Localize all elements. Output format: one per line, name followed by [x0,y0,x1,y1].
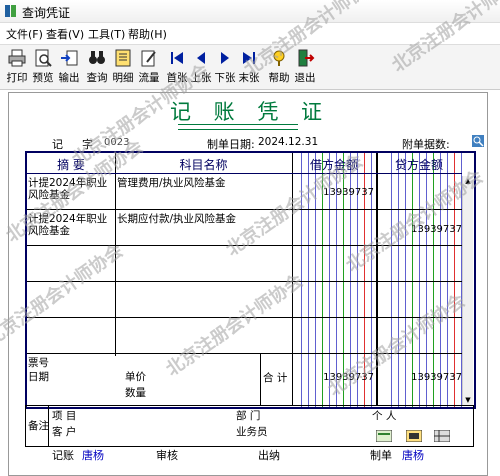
unit-price-label: 单价 [125,371,146,383]
entry-1-debit[interactable]: 13939737 [294,187,374,198]
exit-label: 退出 [294,72,316,84]
maker-label: 制单 [370,449,392,462]
voucher-zi: 字 [82,138,93,151]
flow-icon [141,50,156,67]
credit-ledger-lines [384,153,464,407]
col-divider-3 [376,153,378,405]
voucher-type[interactable]: 记 [52,136,63,152]
ticket-no-label: 票号 [28,357,49,369]
project-label: 项 目 [52,410,77,422]
voucher-title-underline [178,124,298,130]
last-button[interactable]: 末张 [236,47,262,87]
title-bar: 查询凭证 [0,0,500,23]
row-separator [27,245,462,246]
col-divider-2 [292,153,293,405]
department-label: 部 门 [236,410,261,422]
menu-view[interactable]: 查看(V) [46,26,84,42]
last-icon [243,52,255,64]
help-icon [273,50,285,66]
review-label: 审核 [156,449,178,462]
header-separator [27,173,462,174]
attach-search-icon[interactable] [472,135,484,147]
header-credit: 贷方金额 [394,158,443,172]
row-separator [27,281,462,282]
entry-2-credit[interactable]: 13939737 [378,224,462,235]
toolbar: 打印 预览 输出 查询 明细 流量 首张 上张 下张 末张 帮助 退出 [0,44,500,90]
record-icon[interactable] [406,430,422,442]
exit-icon [298,49,315,67]
header-account: 科目名称 [179,158,228,172]
total-credit: 13939737 [411,372,462,383]
menu-bar: 文件(F) 查看(V) 工具(T) 帮助(H) [0,24,500,42]
entry-1-summary[interactable]: 计提2024年职业风险基金 [28,177,114,201]
scroll-down-icon[interactable]: ▼ [463,395,473,405]
date-label: 制单日期: [207,138,255,151]
customer-label: 客 户 [52,426,77,438]
window-title: 查询凭证 [22,6,71,20]
header-summary: 摘 要 [57,158,85,172]
bookkeeper-name: 唐杨 [82,449,104,462]
voucher-title: 记 账 凭 证 [169,100,331,124]
preview-icon [35,49,52,67]
detail-icon [115,49,131,67]
header-debit: 借方金额 [309,158,358,172]
attach-label: 附单据数: [402,138,450,151]
next-icon [221,52,229,64]
ticket-date-label: 日期 [28,371,49,383]
entry-2-account[interactable]: 长期应付款/执业风险基金 [117,213,287,225]
col-divider-1 [115,153,116,356]
quantity-label: 数量 [125,387,146,399]
entry-1-account[interactable]: 管理费用/执业风险基金 [117,177,287,189]
card-icon[interactable] [376,430,392,442]
total-divider [260,353,261,405]
scroll-up-icon[interactable]: ▲ [463,176,473,186]
grid-icon[interactable] [434,430,450,442]
printer-icon [8,49,26,67]
bookkeep-label: 记账 [52,449,74,462]
cashier-label: 出纳 [258,449,280,462]
total-label: 合 计 [263,372,288,384]
remark-label: 备注 [28,420,49,432]
exit-button[interactable]: 退出 [292,47,318,87]
export-icon [61,50,78,66]
row-separator [27,353,462,354]
binoculars-icon [89,51,105,64]
voucher-number[interactable]: 0023 [104,137,129,148]
menu-help[interactable]: 帮助(H) [128,26,167,42]
first-icon [171,52,183,64]
voucher-date[interactable]: 2024.12.31 [258,136,318,148]
maker-name: 唐杨 [402,449,424,462]
menu-file[interactable]: 文件(F) [6,26,43,42]
salesman-label: 业务员 [236,426,268,438]
entry-2-summary[interactable]: 计提2024年职业风险基金 [28,213,114,237]
row-separator [27,317,462,318]
person-label: 个 人 [372,410,397,422]
prev-icon [197,52,205,64]
voucher-grid: 摘 要 科目名称 借方金额 贷方金额 计提2024年职业风险基金 管理费用/执业… [25,151,476,409]
entries-scrollbar[interactable]: ▲ ▼ [462,176,473,405]
total-debit: 13939737 [323,372,374,383]
menu-tools[interactable]: 工具(T) [88,26,125,42]
app-icon [5,5,16,17]
row-separator [27,209,462,210]
